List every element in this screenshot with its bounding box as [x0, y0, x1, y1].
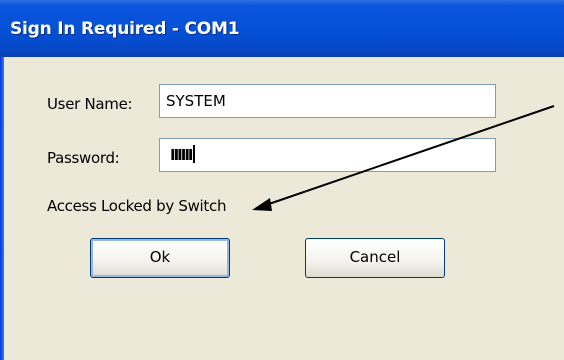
- annotation-arrow-head: [252, 198, 272, 211]
- annotation-arrow-line: [265, 105, 555, 206]
- annotation-arrow: [252, 105, 555, 211]
- sign-in-dialog: Sign In Required - COM1 User Name: Passw…: [0, 0, 564, 360]
